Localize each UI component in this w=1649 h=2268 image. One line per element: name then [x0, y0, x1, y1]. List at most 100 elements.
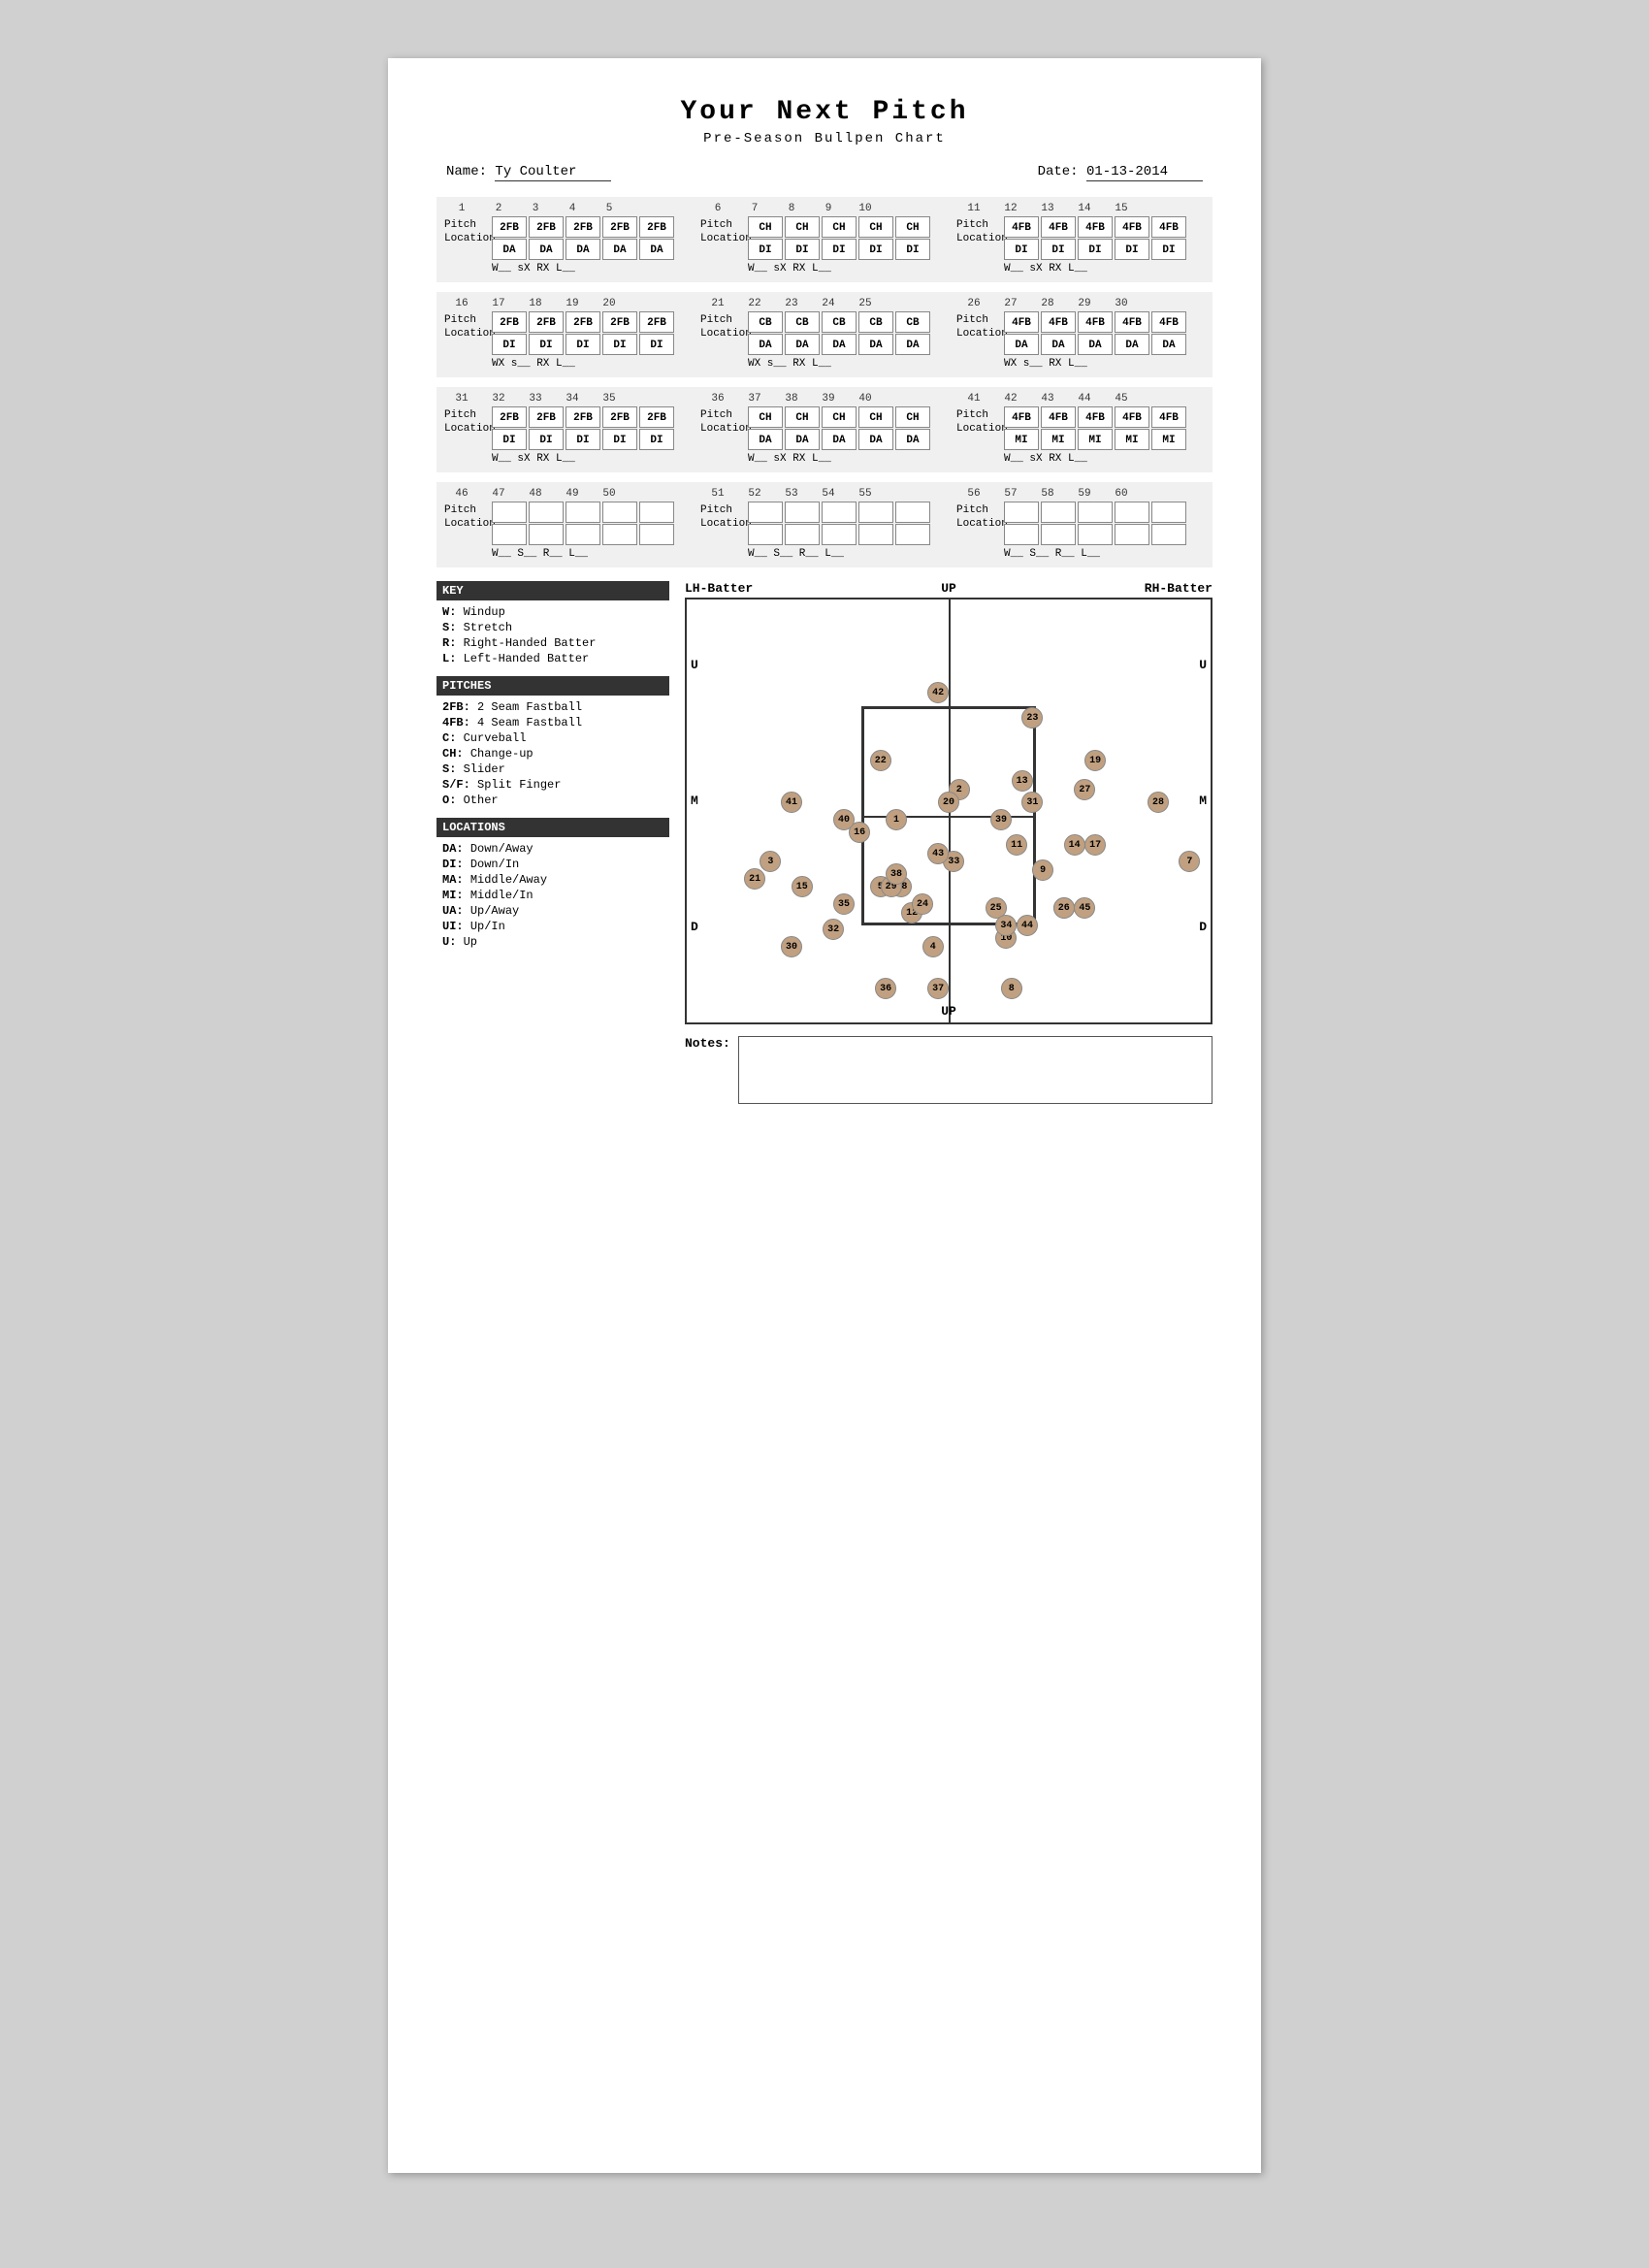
pl-label: PitchLocation	[700, 311, 744, 341]
pitch-group-1: 4647484950 PitchLocation W__ S__ R__ L__	[444, 488, 693, 560]
pitch-cell: CH	[748, 406, 783, 428]
loc-cell: DA	[822, 429, 857, 450]
num-cell: 13	[1030, 203, 1065, 214]
loc-cell: DI	[748, 239, 783, 260]
pitch-row: 4FB4FB4FB4FB4FB	[1004, 406, 1186, 428]
pitch-dot-43: 43	[927, 843, 949, 864]
pitch-dot-40: 40	[833, 809, 855, 830]
field-labels-top: LH-Batter UP RH-Batter	[685, 581, 1212, 596]
pitch-cell: 4FB	[1151, 406, 1186, 428]
pitch-dot-27: 27	[1074, 779, 1095, 800]
num-cell: 29	[1067, 298, 1102, 309]
pitch-row	[1004, 502, 1186, 523]
pl-label: PitchLocation	[956, 502, 1000, 532]
key-desc: Left-Handed Batter	[464, 652, 590, 665]
num-cell: 46	[444, 488, 479, 500]
pitch-nums: 1112131415	[956, 203, 1205, 214]
loc-cell-empty	[1004, 524, 1039, 545]
num-cell: 54	[811, 488, 846, 500]
notes-box[interactable]	[738, 1036, 1212, 1104]
pitch-cell: 2FB	[492, 311, 527, 333]
loc-cell: DI	[1151, 239, 1186, 260]
page: Your Next Pitch Pre-Season Bullpen Chart…	[388, 58, 1261, 2173]
loc-row: MIMIMIMIMI	[1004, 429, 1186, 450]
key-item: R: Right-Handed Batter	[436, 635, 669, 651]
loc-cell: DI	[858, 239, 893, 260]
loc-cell: DA	[492, 239, 527, 260]
pitch-group-2: 2122232425 PitchLocation CBCBCBCBCB DADA…	[700, 298, 949, 370]
location-item: UA: Up/Away	[436, 903, 669, 919]
num-cell: 16	[444, 298, 479, 309]
loc-cell: DA	[1004, 334, 1039, 355]
pitch-cells	[748, 502, 930, 545]
key-desc: Windup	[464, 605, 505, 619]
loc-cell-empty	[748, 524, 783, 545]
loc-cell: DI	[492, 334, 527, 355]
num-cell: 56	[956, 488, 991, 500]
pitch-dot-17: 17	[1084, 834, 1106, 856]
locations-header: LOCATIONS	[436, 818, 669, 837]
wsr-row: W__ S__ R__ L__	[700, 548, 949, 560]
pitch-cell-empty	[822, 502, 857, 523]
location-desc: Down/In	[470, 858, 519, 871]
pitch-group-2: 678910 PitchLocation CHCHCHCHCH DIDIDIDI…	[700, 203, 949, 275]
pitch-location-row: PitchLocation	[444, 502, 693, 545]
num-cell: 45	[1104, 393, 1139, 405]
pitch-dot-28: 28	[1148, 792, 1169, 813]
pitch-dot-31: 31	[1021, 792, 1043, 813]
pitch-cell: CH	[748, 216, 783, 238]
loc-row	[748, 524, 930, 545]
locations-items: DA: Down/AwayDI: Down/InMA: Middle/AwayM…	[436, 841, 669, 950]
num-cell: 1	[444, 203, 479, 214]
num-cell: 5	[592, 203, 627, 214]
loc-row: DADADADADA	[748, 334, 930, 355]
pl-label: PitchLocation	[956, 311, 1000, 341]
loc-cell-empty	[529, 524, 564, 545]
loc-cell: DA	[1078, 334, 1113, 355]
pitch-group-3: 2627282930 PitchLocation 4FB4FB4FB4FB4FB…	[956, 298, 1205, 370]
pitch-cell-empty	[895, 502, 930, 523]
key-code: R:	[442, 636, 456, 650]
pitch-code: 2FB:	[442, 700, 470, 714]
num-cell: 19	[555, 298, 590, 309]
u-right: U	[1199, 658, 1207, 672]
pitch-row: 2FB2FB2FB2FB2FB	[492, 311, 674, 333]
pitch-row: 2FB2FB2FB2FB2FB	[492, 406, 674, 428]
num-cell: 27	[993, 298, 1028, 309]
pitch-cell-empty	[529, 502, 564, 523]
wsr-row: WX s__ RX L__	[956, 358, 1205, 370]
pitch-cell: 2FB	[566, 216, 600, 238]
pitch-cells	[1004, 502, 1186, 545]
pitch-code: S:	[442, 762, 456, 776]
loc-row	[492, 524, 674, 545]
up-bottom: UP	[941, 1004, 956, 1019]
pitch-row	[492, 502, 674, 523]
pitch-dot-24: 24	[912, 893, 933, 915]
loc-cell: DI	[822, 239, 857, 260]
pitch-cell: CB	[822, 311, 857, 333]
pitch-row: 4FB4FB4FB4FB4FB	[1004, 311, 1186, 333]
pitch-location-row: PitchLocation 2FB2FB2FB2FB2FB DADADADADA	[444, 216, 693, 260]
wsr-row: W__ S__ R__ L__	[444, 548, 693, 560]
pitch-dot-35: 35	[833, 893, 855, 915]
pl-label: PitchLocation	[700, 502, 744, 532]
num-cell: 38	[774, 393, 809, 405]
pitch-cell-empty	[639, 502, 674, 523]
pitch-cells: CHCHCHCHCH DADADADADA	[748, 406, 930, 450]
m-right: M	[1199, 794, 1207, 808]
pitch-cell: 4FB	[1004, 406, 1039, 428]
pitch-cell: CH	[822, 406, 857, 428]
pitch-cells: 2FB2FB2FB2FB2FB DIDIDIDIDI	[492, 311, 674, 355]
pitch-cells: 4FB4FB4FB4FB4FB DADADADADA	[1004, 311, 1186, 355]
pitch-cell: CH	[822, 216, 857, 238]
loc-cell: DI	[602, 334, 637, 355]
pitch-desc: Split Finger	[477, 778, 561, 792]
num-cell: 22	[737, 298, 772, 309]
pitch-dot-15: 15	[792, 876, 813, 897]
pitch-cell: 4FB	[1041, 216, 1076, 238]
num-cell: 6	[700, 203, 735, 214]
pitch-location-row: PitchLocation 4FB4FB4FB4FB4FB DADADADADA	[956, 311, 1205, 355]
loc-cell: DA	[895, 334, 930, 355]
pitch-cell: CH	[858, 406, 893, 428]
rh-batter-label: RH-Batter	[1145, 581, 1212, 596]
